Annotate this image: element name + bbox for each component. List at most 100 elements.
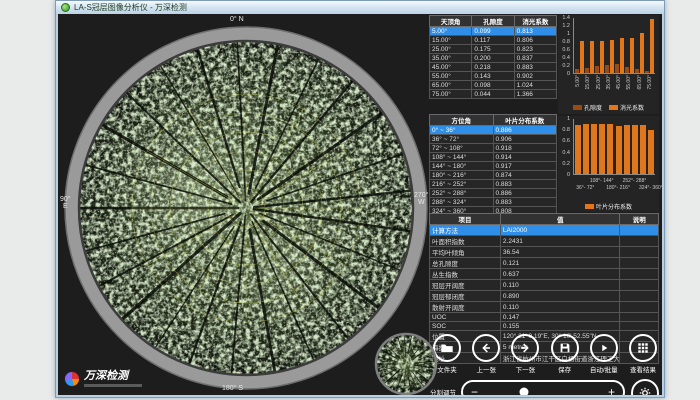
bar [640, 125, 646, 174]
toolbar-button-arrow-right[interactable]: 下一张 [508, 334, 542, 374]
table-cell [620, 280, 659, 291]
table-row[interactable]: 0° ~ 36°0.886 [430, 126, 557, 135]
table-cell: 0.117 [472, 36, 514, 45]
table-cell: 0.906 [493, 135, 557, 144]
bar [620, 38, 624, 73]
y-axis-tick: 0.2 [558, 161, 570, 167]
slider-plus-button[interactable]: + [608, 385, 615, 395]
y-axis-tick: 0.6 [558, 47, 570, 53]
toolbar-button-arrow-left[interactable]: 上一张 [469, 334, 503, 374]
table-row[interactable]: 216° ~ 252°0.883 [430, 180, 557, 189]
table-row[interactable]: 252° ~ 288°0.886 [430, 189, 557, 198]
bar [630, 38, 634, 73]
table-row[interactable]: 55.00°0.1430.902 [430, 72, 557, 81]
table-row[interactable]: 冠层郁闭度0.890 [430, 291, 659, 302]
table-cell: 36.54 [500, 247, 620, 258]
table-row[interactable]: 叶面积指数2.2431 [430, 236, 659, 247]
table-row[interactable]: 65.00°0.0981.024 [430, 81, 557, 90]
bar [648, 130, 654, 174]
bar [624, 125, 630, 174]
table-cell: 0.813 [514, 27, 556, 36]
x-axis-tick: 252°- 288° [623, 178, 647, 184]
table-cell: 0.883 [514, 63, 556, 72]
table-cell: 0.218 [472, 63, 514, 72]
bar-group [635, 18, 645, 73]
bar [607, 124, 613, 174]
window-title: LA-S冠层图像分析仪 - 万深检测 [74, 2, 187, 13]
x-axis-tick: 108°- 144° [590, 178, 614, 184]
leaf-distribution-chart: 00.20.40.60.8136°- 72°108°- 144°180°- 21… [558, 116, 659, 212]
table-row[interactable]: 丛生指数0.637 [430, 269, 659, 280]
table-cell: 2.2431 [500, 236, 620, 247]
bar [595, 66, 599, 73]
table-cell: 75.00° [430, 90, 472, 99]
bar-group [647, 119, 655, 174]
app-icon [61, 3, 70, 12]
settings-button[interactable]: 设置 [630, 379, 660, 395]
table-row[interactable]: 5.00°0.0990.813 [430, 27, 557, 36]
title-bar[interactable]: LA-S冠层图像分析仪 - 万深检测 [56, 1, 664, 14]
app-window: LA-S冠层图像分析仪 - 万深检测 [55, 0, 665, 398]
table-cell: 0.918 [493, 144, 557, 153]
table-cell: 0.806 [514, 36, 556, 45]
main-content: 0° N 90°E 270°W 180° S 天顶角孔隙度消光系数5.00°0.… [58, 14, 662, 395]
table-cell: 15.00° [430, 36, 472, 45]
bar-group [614, 119, 622, 174]
x-axis-tick: 36°- 72° [576, 185, 594, 191]
table-cell: 0.121 [500, 258, 620, 269]
legend-swatch [609, 105, 618, 110]
table-row[interactable]: 108° ~ 144°0.914 [430, 153, 557, 162]
toolbar-button-grid[interactable]: 查看结果 [626, 334, 660, 374]
toolbar-button-save[interactable]: 保存 [548, 334, 582, 374]
bar [610, 40, 614, 73]
bar [583, 124, 589, 174]
canopy-thumbnail[interactable] [374, 332, 438, 395]
bar [575, 69, 579, 73]
split-slider[interactable]: − + [461, 380, 625, 395]
bar [635, 69, 639, 73]
brand-logo: 万深检测 [64, 371, 142, 387]
table-cell [620, 269, 659, 280]
column-header: 天顶角 [430, 16, 472, 27]
table-row[interactable]: 计算方法LAI2000 [430, 225, 659, 236]
table-cell: 0.044 [472, 90, 514, 99]
table-row[interactable]: 冠层开阔度0.110 [430, 280, 659, 291]
table-row[interactable]: 总孔隙度0.121 [430, 258, 659, 269]
table-row[interactable]: 288° ~ 324°0.883 [430, 198, 557, 207]
bar [615, 64, 619, 73]
table-cell: 冠层郁闭度 [430, 291, 501, 302]
toolbar-button-play[interactable]: 自动/批量 [587, 334, 621, 374]
save-icon [551, 334, 579, 362]
table-cell: 0.886 [493, 189, 557, 198]
table-row[interactable]: 75.00°0.0441.366 [430, 90, 557, 99]
bar-group [574, 119, 582, 174]
table-cell: 0.175 [472, 45, 514, 54]
chart-legend: 孔隙度消光系数 [558, 103, 659, 112]
table-row[interactable]: 36° ~ 72°0.906 [430, 135, 557, 144]
logo-swirl-icon [64, 371, 80, 387]
table-row[interactable]: 25.00°0.1750.823 [430, 45, 557, 54]
x-axis-tick: 324°- 360° [639, 185, 662, 191]
table-cell: 0.883 [493, 198, 557, 207]
table-cell: 0.200 [472, 54, 514, 63]
split-slider-knob[interactable] [519, 388, 528, 396]
table-row[interactable]: UOC0.147 [430, 313, 659, 322]
table-row[interactable]: 144° ~ 180°0.917 [430, 162, 557, 171]
table-row[interactable]: 35.00°0.2000.837 [430, 54, 557, 63]
table-cell: 252° ~ 288° [430, 189, 494, 198]
bar-group [582, 119, 590, 174]
table-row[interactable]: SOC0.155 [430, 322, 659, 331]
table-row[interactable]: 15.00°0.1170.806 [430, 36, 557, 45]
table-cell: 0.637 [500, 269, 620, 280]
table-row[interactable]: 散射开阔度0.110 [430, 302, 659, 313]
table-row[interactable]: 180° ~ 216°0.874 [430, 171, 557, 180]
table-row[interactable]: 平均叶倾角36.54 [430, 247, 659, 258]
table-row[interactable]: 45.00°0.2180.883 [430, 63, 557, 72]
slider-minus-button[interactable]: − [471, 385, 478, 395]
bar-group [598, 119, 606, 174]
table-row[interactable]: 72° ~ 108°0.918 [430, 144, 557, 153]
toolbar-button-label: 文件夹 [437, 364, 457, 374]
toolbar-button-label: 保存 [558, 364, 571, 374]
y-axis-tick: 0.4 [558, 150, 570, 156]
chart-plot-area [573, 119, 655, 175]
